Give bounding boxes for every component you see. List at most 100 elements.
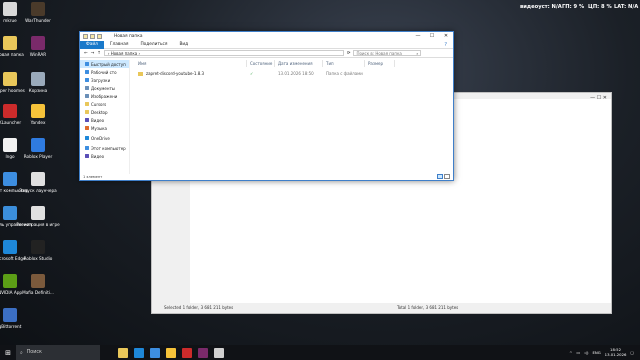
- network-icon[interactable]: ▭: [576, 350, 580, 355]
- notifications-icon[interactable]: ▢: [630, 350, 634, 355]
- sidebar-item[interactable]: Загрузки: [80, 76, 129, 84]
- address-bar[interactable]: › Новая папка ›: [103, 50, 344, 56]
- chevron-up-icon[interactable]: ^: [569, 350, 572, 355]
- tab-file[interactable]: Файл: [80, 40, 104, 49]
- up-arrow-icon[interactable]: ↑: [97, 51, 101, 56]
- app-icon: [3, 274, 17, 288]
- edge-taskbar-icon[interactable]: [134, 347, 144, 358]
- back-arrow-icon[interactable]: ←: [84, 51, 88, 56]
- windows-start-icon[interactable]: ⊞: [0, 345, 16, 360]
- store-taskbar-icon[interactable]: [150, 347, 160, 358]
- search-icon: ⌕: [416, 50, 419, 56]
- folder-icon: [85, 70, 89, 74]
- sidebar-item[interactable]: Документы: [80, 84, 129, 92]
- sidebar-item[interactable]: Быстрый доступ: [80, 60, 129, 68]
- desktop-icon[interactable]: WinRAR: [16, 36, 60, 57]
- desktop-icon-label: qBittorrent: [0, 324, 22, 329]
- navigation-pane[interactable]: Быстрый доступ Рабочий сто Загрузки Докумен…: [80, 60, 130, 174]
- column-state[interactable]: Состояние: [247, 60, 275, 67]
- new-folder-icon[interactable]: [97, 34, 102, 39]
- file-explorer-taskbar-icon[interactable]: [118, 347, 128, 358]
- forward-arrow-icon[interactable]: →: [91, 51, 95, 56]
- sidebar-item[interactable]: OneDrive: [80, 134, 129, 142]
- sidebar-item[interactable]: Этот компьютер: [80, 144, 129, 152]
- desktop-icon[interactable]: Регистрация в игре: [16, 206, 60, 227]
- desktop-icon-label: Запуск лаунчера: [19, 188, 57, 193]
- tab-home[interactable]: Главная: [104, 41, 135, 49]
- table-row[interactable]: zapret-discord-youtube-1.8.3 ✓ 13.01.2026 …: [135, 70, 449, 78]
- desktop-icon[interactable]: qBittorrent: [0, 308, 32, 329]
- large-icons-view-icon[interactable]: [444, 174, 450, 179]
- status-left: Selected 1 folder, 3 681 211 bytes: [164, 305, 234, 310]
- desktop-icon[interactable]: Корзина: [16, 72, 60, 93]
- clock[interactable]: 18:52 13.01.2026: [605, 347, 627, 357]
- app-icon: [3, 104, 17, 118]
- close-button[interactable]: ✕: [439, 32, 453, 41]
- search-input[interactable]: Поиск в: Новая папка ⌕: [353, 50, 422, 56]
- sidebar-item[interactable]: Изображени: [80, 92, 129, 100]
- folder-icon: [85, 78, 89, 82]
- folder-icon: [85, 102, 89, 106]
- folder-icon: [85, 94, 89, 98]
- help-icon[interactable]: ?: [438, 41, 453, 49]
- notepad-taskbar-icon[interactable]: [214, 347, 224, 358]
- desktop-icon[interactable]: Mafia Definiti...: [16, 274, 60, 295]
- app-taskbar-icon[interactable]: [182, 347, 192, 358]
- desktop-icon[interactable]: Roblox Studio: [16, 240, 60, 261]
- yandex-taskbar-icon[interactable]: [166, 347, 176, 358]
- properties-icon[interactable]: [90, 34, 95, 39]
- desktop-icon[interactable]: Запуск лаунчера: [16, 172, 60, 193]
- language-indicator[interactable]: ENG: [592, 350, 600, 355]
- column-date[interactable]: Дата изменения: [275, 60, 323, 67]
- search-icon: ⌕: [20, 350, 23, 356]
- sidebar-item[interactable]: Рабочий сто: [80, 68, 129, 76]
- sidebar-item-label: Cursors: [91, 101, 107, 107]
- sidebar-item[interactable]: Desktop: [80, 108, 129, 116]
- sidebar-item[interactable]: Музыка: [80, 124, 129, 132]
- details-view-icon[interactable]: [437, 174, 443, 179]
- app-icon: [3, 138, 17, 152]
- desktop-icon-label: Регистрация в игре: [16, 222, 60, 227]
- refresh-icon[interactable]: ⟳: [347, 51, 351, 56]
- sidebar-item[interactable]: Видео: [80, 152, 129, 160]
- desktop-icon-label: Корзина: [28, 88, 48, 93]
- folder-icon: [83, 34, 88, 39]
- minimize-button[interactable]: —: [411, 32, 425, 41]
- sidebar-item[interactable]: Видео: [80, 116, 129, 124]
- sidebar-item-label: Музыка: [91, 125, 107, 131]
- sidebar-item-label: Этот компьютер: [91, 145, 126, 151]
- taskbar-search[interactable]: ⌕ Поиск: [16, 345, 100, 360]
- folder-icon: [138, 72, 143, 76]
- cell-date: 13.01.2026 18:50: [278, 71, 314, 76]
- column-type[interactable]: Тип: [323, 60, 365, 67]
- sidebar-item[interactable]: Cursors: [80, 100, 129, 108]
- app-icon: [31, 172, 45, 186]
- winrar-taskbar-icon[interactable]: [198, 347, 208, 358]
- cell-state: ✓: [250, 71, 254, 76]
- ribbon-tabs: Файл Главная Поделиться Вид ?: [80, 40, 453, 49]
- address-path: › Новая папка ›: [107, 50, 141, 56]
- sidebar-item-label: Видео: [91, 117, 105, 123]
- tab-view[interactable]: Вид: [173, 41, 194, 49]
- folder-icon: [85, 62, 89, 66]
- file-list[interactable]: Имя Состояние Дата изменения Тип Размер …: [135, 60, 449, 174]
- explorer-window[interactable]: Новая папка — ☐ ✕ Файл Главная Поделитьс…: [79, 31, 454, 181]
- window-title: Новая папка: [114, 34, 143, 39]
- tab-share[interactable]: Поделиться: [134, 41, 173, 49]
- maximize-button[interactable]: ☐: [425, 32, 439, 41]
- desktop-icon[interactable]: Yandex: [16, 104, 60, 125]
- app-icon: [31, 36, 45, 50]
- desktop-icon[interactable]: Roblox Player: [16, 138, 60, 159]
- taskbar: ⊞ ⌕ Поиск ^ ▭ ◁) ENG 18:52 13.01.2026 ▢: [0, 345, 640, 360]
- app-icon: [31, 138, 45, 152]
- app-icon: [3, 172, 17, 186]
- quick-access-toolbar[interactable]: [83, 34, 102, 39]
- column-size[interactable]: Размер: [365, 60, 395, 67]
- app-icon: [3, 206, 17, 220]
- desktop-icon[interactable]: WarThunder: [16, 2, 60, 23]
- column-name[interactable]: Имя: [135, 60, 247, 67]
- gpu-widget-label: видеоуст: N/A: [520, 4, 562, 10]
- volume-icon[interactable]: ◁): [584, 350, 588, 355]
- navigation-bar: ← → ↑ › Новая папка › ⟳ Поиск в: Новая п…: [80, 49, 453, 58]
- desktop-icon-label: Yandex: [30, 120, 46, 125]
